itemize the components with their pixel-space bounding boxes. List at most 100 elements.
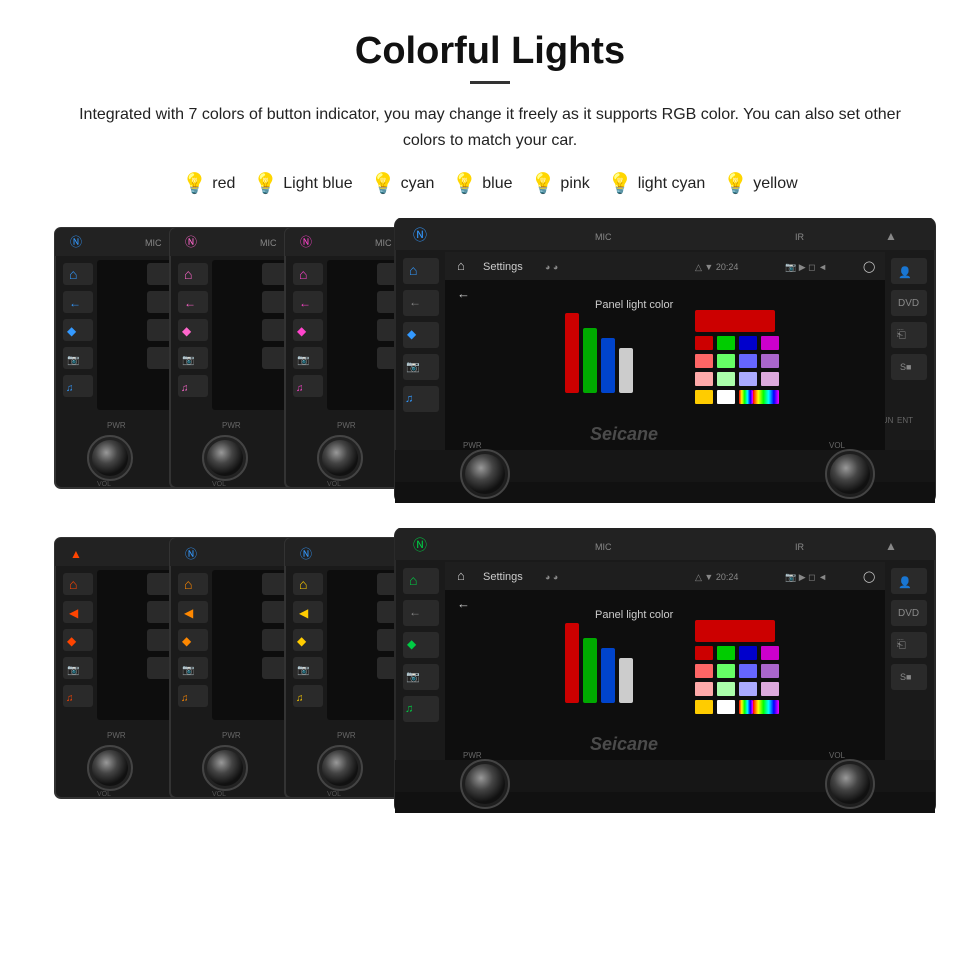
svg-text:◆: ◆ (297, 324, 307, 338)
color-item-blue: 💡 blue (452, 171, 512, 196)
svg-text:PWR: PWR (107, 421, 126, 430)
svg-text:VOL: VOL (97, 481, 111, 488)
svg-text:Ⓝ: Ⓝ (413, 537, 427, 553)
color-item-cyan: 💡 cyan (371, 171, 435, 196)
svg-text:📷: 📷 (67, 665, 79, 676)
svg-text:⌂: ⌂ (69, 576, 77, 592)
svg-text:Panel light color: Panel light color (595, 299, 674, 311)
svg-text:📷: 📷 (297, 355, 309, 366)
svg-text:Ⓝ: Ⓝ (70, 235, 82, 249)
description-text: Integrated with 7 colors of button indic… (40, 102, 940, 153)
svg-text:⌂: ⌂ (299, 576, 307, 592)
svg-text:Ⓝ: Ⓝ (185, 235, 197, 249)
svg-text:◆: ◆ (182, 324, 192, 338)
svg-text:Settings: Settings (483, 571, 523, 583)
svg-text:◀: ◀ (299, 606, 309, 620)
svg-text:👤: 👤 (898, 266, 912, 279)
blue-label: blue (482, 175, 512, 193)
svg-text:◀: ◀ (69, 606, 79, 620)
lightcyan-label: light cyan (638, 175, 706, 193)
svg-text:VOL: VOL (97, 791, 111, 798)
svg-text:VOL: VOL (327, 791, 341, 798)
color-list: 💡 red 💡 Light blue 💡 cyan 💡 blue 💡 pink … (40, 171, 940, 196)
svg-text:PWR: PWR (337, 421, 356, 430)
svg-text:IR: IR (795, 542, 805, 552)
svg-text:◆: ◆ (407, 327, 417, 341)
svg-text:VOL: VOL (327, 481, 341, 488)
svg-text:Ⓝ: Ⓝ (413, 227, 427, 243)
svg-text:VOL: VOL (829, 441, 846, 450)
lightblue-label: Light blue (283, 175, 352, 193)
lightblue-bulb-icon: 💡 (253, 171, 278, 196)
cyan-bulb-icon: 💡 (371, 171, 396, 196)
svg-text:Ⓝ: Ⓝ (185, 547, 197, 561)
svg-text:S■: S■ (900, 672, 911, 682)
svg-text:←: ← (457, 286, 470, 301)
svg-text:⌂: ⌂ (409, 262, 417, 278)
pink-bulb-icon: 💡 (531, 171, 556, 196)
svg-text:⌂: ⌂ (69, 266, 77, 282)
svg-text:♫: ♫ (66, 383, 74, 394)
svg-text:◆: ◆ (67, 634, 77, 648)
svg-text:👤: 👤 (898, 576, 912, 589)
yellow-bulb-icon: 💡 (723, 171, 748, 196)
svg-text:MIC: MIC (595, 542, 612, 552)
svg-text:ENT: ENT (897, 416, 913, 425)
svg-text:⌂: ⌂ (409, 572, 417, 588)
svg-text:⎗: ⎗ (897, 639, 906, 651)
svg-text:▲: ▲ (70, 547, 82, 561)
color-item-red: 💡 red (182, 171, 235, 196)
svg-text:▲: ▲ (885, 539, 897, 553)
svg-text:Seicane: Seicane (590, 424, 658, 444)
svg-text:MIC: MIC (595, 232, 612, 242)
svg-text:📷: 📷 (406, 361, 420, 373)
svg-text:Ⓝ: Ⓝ (300, 547, 312, 561)
svg-text:♫: ♫ (296, 383, 304, 394)
svg-text:◯: ◯ (863, 571, 875, 583)
svg-text:◕ ◕: ◕ ◕ (545, 572, 558, 582)
svg-text:PWR: PWR (222, 421, 241, 430)
page-title: Colorful Lights (40, 30, 940, 73)
svg-text:IR: IR (795, 232, 805, 242)
svg-text:◆: ◆ (297, 634, 307, 648)
red-label: red (212, 175, 235, 193)
svg-text:DVD: DVD (898, 608, 919, 619)
yellow-label: yellow (753, 175, 797, 193)
svg-text:⌂: ⌂ (184, 576, 192, 592)
svg-text:Settings: Settings (483, 261, 523, 273)
svg-text:←: ← (69, 296, 81, 310)
svg-text:📷 ▶ ◻ ◄: 📷 ▶ ◻ ◄ (785, 262, 827, 272)
svg-text:VOL: VOL (212, 481, 226, 488)
svg-text:DVD: DVD (898, 298, 919, 309)
svg-text:◀: ◀ (184, 606, 194, 620)
svg-text:📷: 📷 (67, 355, 79, 366)
red-bulb-icon: 💡 (182, 171, 207, 196)
svg-text:PWR: PWR (222, 731, 241, 740)
svg-text:←: ← (184, 296, 196, 310)
svg-text:PWR: PWR (337, 731, 356, 740)
svg-text:⌂: ⌂ (184, 266, 192, 282)
svg-text:Ⓝ: Ⓝ (300, 235, 312, 249)
svg-text:S■: S■ (900, 362, 911, 372)
svg-text:PWR: PWR (463, 751, 482, 760)
title-section: Colorful Lights (40, 30, 940, 84)
lightcyan-bulb-icon: 💡 (608, 171, 633, 196)
svg-text:⌂: ⌂ (457, 258, 465, 273)
svg-text:⌂: ⌂ (457, 568, 465, 583)
svg-text:♫: ♫ (296, 693, 304, 704)
svg-text:←: ← (409, 605, 421, 619)
svg-text:⎗: ⎗ (897, 329, 906, 341)
blue-bulb-icon: 💡 (452, 171, 477, 196)
top-device-row: Ⓝ MIC ⌂ ← ◆ 📷 ♫ PWR VOL (40, 218, 940, 508)
page-container: Colorful Lights Integrated with 7 colors… (0, 0, 980, 868)
svg-text:Seicane: Seicane (590, 734, 658, 754)
svg-text:♫: ♫ (181, 693, 189, 704)
svg-text:MIC: MIC (375, 238, 392, 248)
svg-text:◯: ◯ (863, 261, 875, 273)
cyan-label: cyan (401, 175, 435, 193)
bottom-devices-svg: ▲ ⌂ ◀ ◆ 📷 ♫ PWR VOL (40, 528, 940, 813)
title-divider (470, 81, 510, 84)
svg-text:Panel light color: Panel light color (595, 609, 674, 621)
svg-text:PWR: PWR (107, 731, 126, 740)
color-item-lightcyan: 💡 light cyan (608, 171, 706, 196)
